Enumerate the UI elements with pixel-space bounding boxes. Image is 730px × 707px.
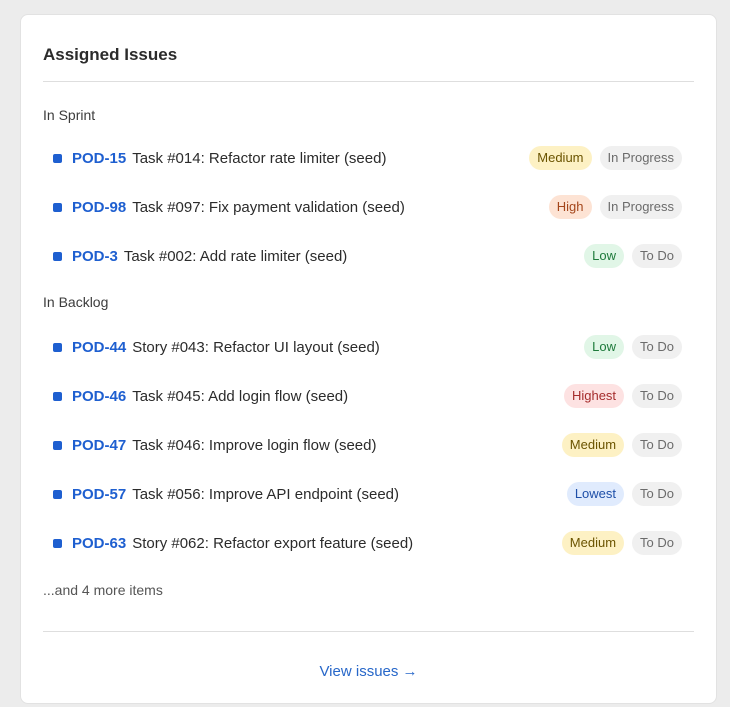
priority-badge: Medium xyxy=(529,146,592,170)
issue-title: Task #045: Add login flow (seed) xyxy=(132,387,349,405)
issue-row[interactable]: POD-3 Task #002: Add rate limiter (seed)… xyxy=(53,241,682,271)
issue-title: Task #014: Refactor rate limiter (seed) xyxy=(132,149,387,167)
status-badge: To Do xyxy=(632,482,682,506)
issue-row[interactable]: POD-47 Task #046: Improve login flow (se… xyxy=(53,430,682,460)
status-badge: In Progress xyxy=(599,195,682,219)
priority-badge: Lowest xyxy=(566,482,625,506)
issue-title: Story #043: Refactor UI layout (seed) xyxy=(132,338,380,356)
issue-key-link[interactable]: POD-47 xyxy=(72,437,126,454)
issue-title: Task #046: Improve login flow (seed) xyxy=(132,436,377,454)
issue-row[interactable]: POD-63 Story #062: Refactor export featu… xyxy=(53,528,682,558)
issue-row[interactable]: POD-98 Task #097: Fix payment validation… xyxy=(53,192,682,222)
status-badge: To Do xyxy=(632,244,682,268)
square-bullet-icon xyxy=(53,153,62,163)
issue-title: Story #062: Refactor export feature (see… xyxy=(132,534,414,552)
issue-row[interactable]: POD-46 Task #045: Add login flow (seed) … xyxy=(53,381,682,411)
square-bullet-icon xyxy=(53,202,62,212)
issue-title: Task #056: Improve API endpoint (seed) xyxy=(132,485,400,503)
issue-row[interactable]: POD-15 Task #014: Refactor rate limiter … xyxy=(53,143,682,173)
square-bullet-icon xyxy=(53,251,62,261)
issue-title: Task #097: Fix payment validation (seed) xyxy=(132,198,405,216)
issue-key-link[interactable]: POD-63 xyxy=(72,535,126,552)
square-bullet-icon xyxy=(53,391,62,401)
issue-row[interactable]: POD-57 Task #056: Improve API endpoint (… xyxy=(53,479,682,509)
priority-badge: High xyxy=(548,195,592,219)
more-items-text: ...and 4 more items xyxy=(43,582,163,598)
section-label-in-backlog: In Backlog xyxy=(43,294,109,310)
issue-key-link[interactable]: POD-3 xyxy=(72,248,118,265)
card-title: Assigned Issues xyxy=(43,45,178,64)
status-badge: To Do xyxy=(632,433,682,457)
square-bullet-icon xyxy=(53,440,62,450)
issue-key-link[interactable]: POD-15 xyxy=(72,150,126,167)
status-badge: To Do xyxy=(632,335,682,359)
status-badge: To Do xyxy=(632,531,682,555)
issue-title: Task #002: Add rate limiter (seed) xyxy=(123,247,348,265)
issue-key-link[interactable]: POD-98 xyxy=(72,199,126,216)
assigned-issues-card: Assigned Issues In Sprint POD-15 Task #0… xyxy=(20,14,717,704)
status-badge: To Do xyxy=(632,384,682,408)
priority-badge: Medium xyxy=(561,433,625,457)
square-bullet-icon xyxy=(53,342,62,352)
priority-badge: Low xyxy=(584,335,625,359)
view-issues-link[interactable]: View issues → xyxy=(21,663,716,680)
priority-badge: Medium xyxy=(561,531,625,555)
priority-badge: Highest xyxy=(563,384,625,408)
footer-divider xyxy=(43,631,694,632)
square-bullet-icon xyxy=(53,538,62,548)
issue-row[interactable]: POD-44 Story #043: Refactor UI layout (s… xyxy=(53,332,682,362)
issue-key-link[interactable]: POD-46 xyxy=(72,388,126,405)
issue-key-link[interactable]: POD-57 xyxy=(72,486,126,503)
square-bullet-icon xyxy=(53,489,62,499)
issue-key-link[interactable]: POD-44 xyxy=(72,339,126,356)
status-badge: In Progress xyxy=(599,146,682,170)
priority-badge: Low xyxy=(584,244,625,268)
section-label-in-sprint: In Sprint xyxy=(43,107,96,123)
header-divider xyxy=(43,81,694,82)
